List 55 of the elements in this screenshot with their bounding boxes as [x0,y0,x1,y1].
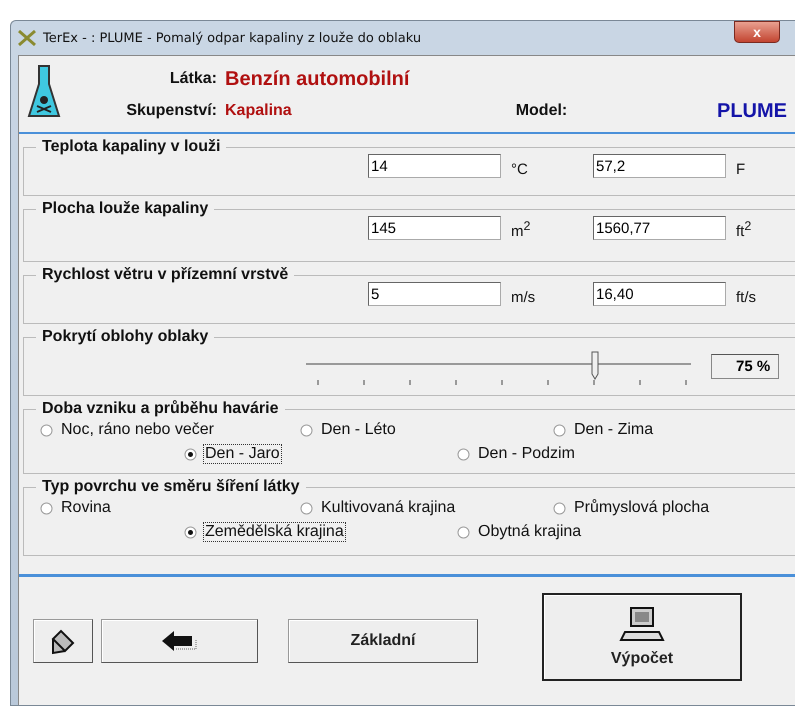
close-button[interactable]: x [734,21,780,43]
unit-label: ft$^{2}$ [735,219,752,240]
value-field[interactable]: 14 [368,154,501,178]
substance-label: Látka: [168,70,218,88]
state-label: Skupenství: [125,102,218,120]
radio-option[interactable]: Den - Zima [553,418,795,442]
back-button[interactable] [101,619,258,663]
radio-icon[interactable] [553,502,566,514]
group-title: Doba vzniku a průběhu havárie [41,400,280,418]
radio-icon[interactable] [184,526,197,538]
window-title: TerEx - : PLUME - Pomalý odpar kapaliny z louže do oblaku [43,30,422,46]
substance-value: Benzín automobilní [225,68,410,90]
radio-option[interactable]: Den - Jaro [184,442,457,466]
slider-track[interactable] [306,363,691,386]
unit-label: F [735,161,746,178]
unit-label: m/s [510,289,536,306]
back-arrow-icon [160,629,200,653]
computer-icon [619,606,665,644]
group-title: Rychlost větru v přízemní vrstvě [41,266,290,284]
radio-option[interactable]: Den - Léto [300,418,553,442]
slider-thumb[interactable] [590,350,600,380]
model-value: PLUME [717,100,787,122]
radio-option[interactable]: Noc, ráno nebo večer [40,418,300,442]
value-field[interactable]: 57,2 [593,154,726,178]
value-field[interactable]: 1560,77 [593,216,726,240]
slider-reading: 75 % [711,354,780,379]
radio-icon[interactable] [300,424,313,436]
model-label: Model: [516,102,568,120]
basic-button[interactable]: Základní [288,619,478,663]
radio-icon[interactable] [553,424,566,436]
exit-button[interactable] [33,619,93,663]
radio-icon[interactable] [40,424,53,436]
group-title: Plocha louže kapaliny [41,200,210,218]
value-field[interactable]: 16,40 [593,282,726,306]
group-title: Teplota kapaliny v louži [41,138,222,156]
group-title: Typ povrchu ve směru šíření látky [41,478,301,496]
unit-label: m$^{2}$ [510,219,532,240]
unit-label: ft/s [735,289,758,306]
radio-option[interactable]: Obytná krajina [457,520,795,544]
radio-option[interactable]: Průmyslová plocha [553,496,795,520]
radio-option[interactable]: Rovina [40,496,300,520]
compute-button[interactable]: Výpočet [542,593,742,681]
group-title: Pokrytí oblohy oblaky [41,328,210,346]
radio-icon[interactable] [457,448,470,460]
radio-icon[interactable] [300,502,313,514]
radio-option[interactable]: Kultivovaná krajina [300,496,553,520]
state-value: Kapalina [225,102,292,120]
radio-icon[interactable] [457,526,470,538]
radio-icon[interactable] [40,502,53,514]
unit-label: °C [510,161,529,178]
value-field[interactable]: 145 [368,216,501,240]
radio-icon[interactable] [184,448,197,460]
radio-option[interactable]: Zemědělská krajina [184,520,457,544]
value-field[interactable]: 5 [368,282,501,306]
radio-option[interactable]: Den - Podzim [457,442,795,466]
